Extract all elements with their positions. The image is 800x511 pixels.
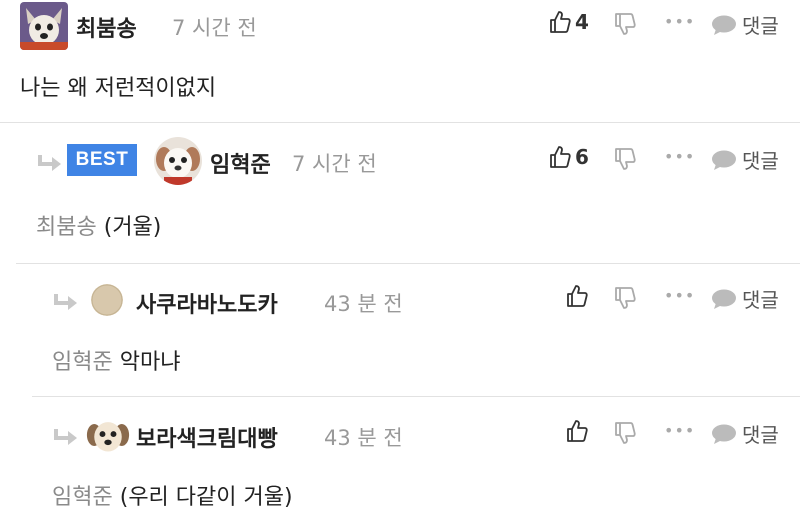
dislike-button[interactable] bbox=[614, 286, 636, 310]
puppy-avatar-icon[interactable] bbox=[86, 413, 130, 457]
more-options-icon[interactable]: ••• bbox=[664, 286, 695, 305]
reply-arrow-icon bbox=[52, 292, 78, 312]
default-avatar-icon[interactable] bbox=[91, 284, 123, 316]
comment-reply: 사쿠라바노도카 43 분 전 ••• 댓글 임혁준 악마냐 bbox=[0, 264, 800, 396]
like-button[interactable] bbox=[566, 284, 592, 308]
reply-button[interactable]: 댓글 bbox=[711, 284, 779, 313]
comment-text: 나는 왜 저런적이없지 bbox=[20, 76, 217, 101]
dislike-button[interactable] bbox=[614, 421, 636, 445]
puppy-avatar-icon[interactable] bbox=[154, 137, 202, 185]
thumbs-down-icon bbox=[615, 13, 636, 35]
comment-text-content: (거울) bbox=[103, 215, 162, 240]
thumbs-up-icon bbox=[550, 11, 571, 33]
reply-arrow-icon bbox=[52, 427, 78, 447]
best-badge: BEST bbox=[67, 144, 137, 176]
comment-reply: 보라색크림대빵 43 분 전 ••• 댓글 임혁준 (우리 다같이 거울) bbox=[0, 397, 800, 511]
comment-text: 임혁준 악마냐 bbox=[52, 344, 180, 376]
more-options-icon[interactable]: ••• bbox=[664, 421, 695, 440]
speech-bubble-icon bbox=[712, 15, 736, 35]
comment-text-content: 악마냐 bbox=[119, 350, 181, 375]
thumbs-down-icon bbox=[615, 422, 636, 444]
thumbs-down-icon bbox=[615, 148, 636, 170]
reply-label: 댓글 bbox=[742, 149, 779, 173]
reply-label: 댓글 bbox=[742, 423, 779, 447]
speech-bubble-icon bbox=[712, 289, 736, 309]
comment-author[interactable]: 사쿠라바노도카 bbox=[136, 287, 278, 319]
comment-author[interactable]: 임혁준 bbox=[210, 147, 271, 179]
speech-bubble-icon bbox=[712, 150, 736, 170]
comment-text-content: (우리 다같이 거울) bbox=[119, 485, 293, 510]
dog-avatar-icon[interactable] bbox=[20, 2, 68, 50]
comment-author[interactable]: 최붐송 bbox=[76, 11, 137, 43]
mention[interactable]: 최붐송 bbox=[36, 215, 97, 240]
thumbs-up-icon bbox=[567, 420, 588, 442]
comment-time: 7 시간 전 bbox=[172, 16, 257, 40]
reply-button[interactable]: 댓글 bbox=[711, 145, 779, 174]
reply-arrow-icon bbox=[36, 153, 62, 173]
like-button[interactable]: 4 bbox=[549, 10, 589, 34]
like-count: 6 bbox=[575, 145, 589, 169]
comment-text: 임혁준 (우리 다같이 거울) bbox=[52, 479, 293, 511]
reply-label: 댓글 bbox=[742, 14, 779, 38]
like-count: 4 bbox=[575, 10, 589, 34]
like-button[interactable]: 6 bbox=[549, 145, 589, 169]
speech-bubble-icon bbox=[712, 424, 736, 444]
mention[interactable]: 임혁준 bbox=[52, 485, 113, 510]
dislike-button[interactable] bbox=[614, 12, 636, 36]
comment-time: 43 분 전 bbox=[324, 292, 403, 316]
thumbs-up-icon bbox=[550, 146, 571, 168]
comment-author[interactable]: 보라색크림대빵 bbox=[136, 421, 278, 453]
comment-time: 7 시간 전 bbox=[292, 152, 377, 176]
reply-button[interactable]: 댓글 bbox=[711, 419, 779, 448]
more-options-icon[interactable]: ••• bbox=[664, 147, 695, 166]
more-options-icon[interactable]: ••• bbox=[664, 12, 695, 31]
mention[interactable]: 임혁준 bbox=[52, 350, 113, 375]
thumbs-down-icon bbox=[615, 287, 636, 309]
comment-time: 43 분 전 bbox=[324, 426, 403, 450]
thumbs-up-icon bbox=[567, 285, 588, 307]
dislike-button[interactable] bbox=[614, 147, 636, 171]
comment: 최붐송 7 시간 전 4 ••• 댓글 나는 왜 저런적이없지 bbox=[0, 0, 800, 122]
comment-reply: BEST 임혁준 7 시간 전 6 ••• 댓글 최붐송 (거울) bbox=[0, 123, 800, 263]
reply-label: 댓글 bbox=[742, 288, 779, 312]
comment-text: 최붐송 (거울) bbox=[36, 209, 161, 241]
reply-button[interactable]: 댓글 bbox=[711, 10, 779, 39]
like-button[interactable] bbox=[566, 419, 592, 443]
